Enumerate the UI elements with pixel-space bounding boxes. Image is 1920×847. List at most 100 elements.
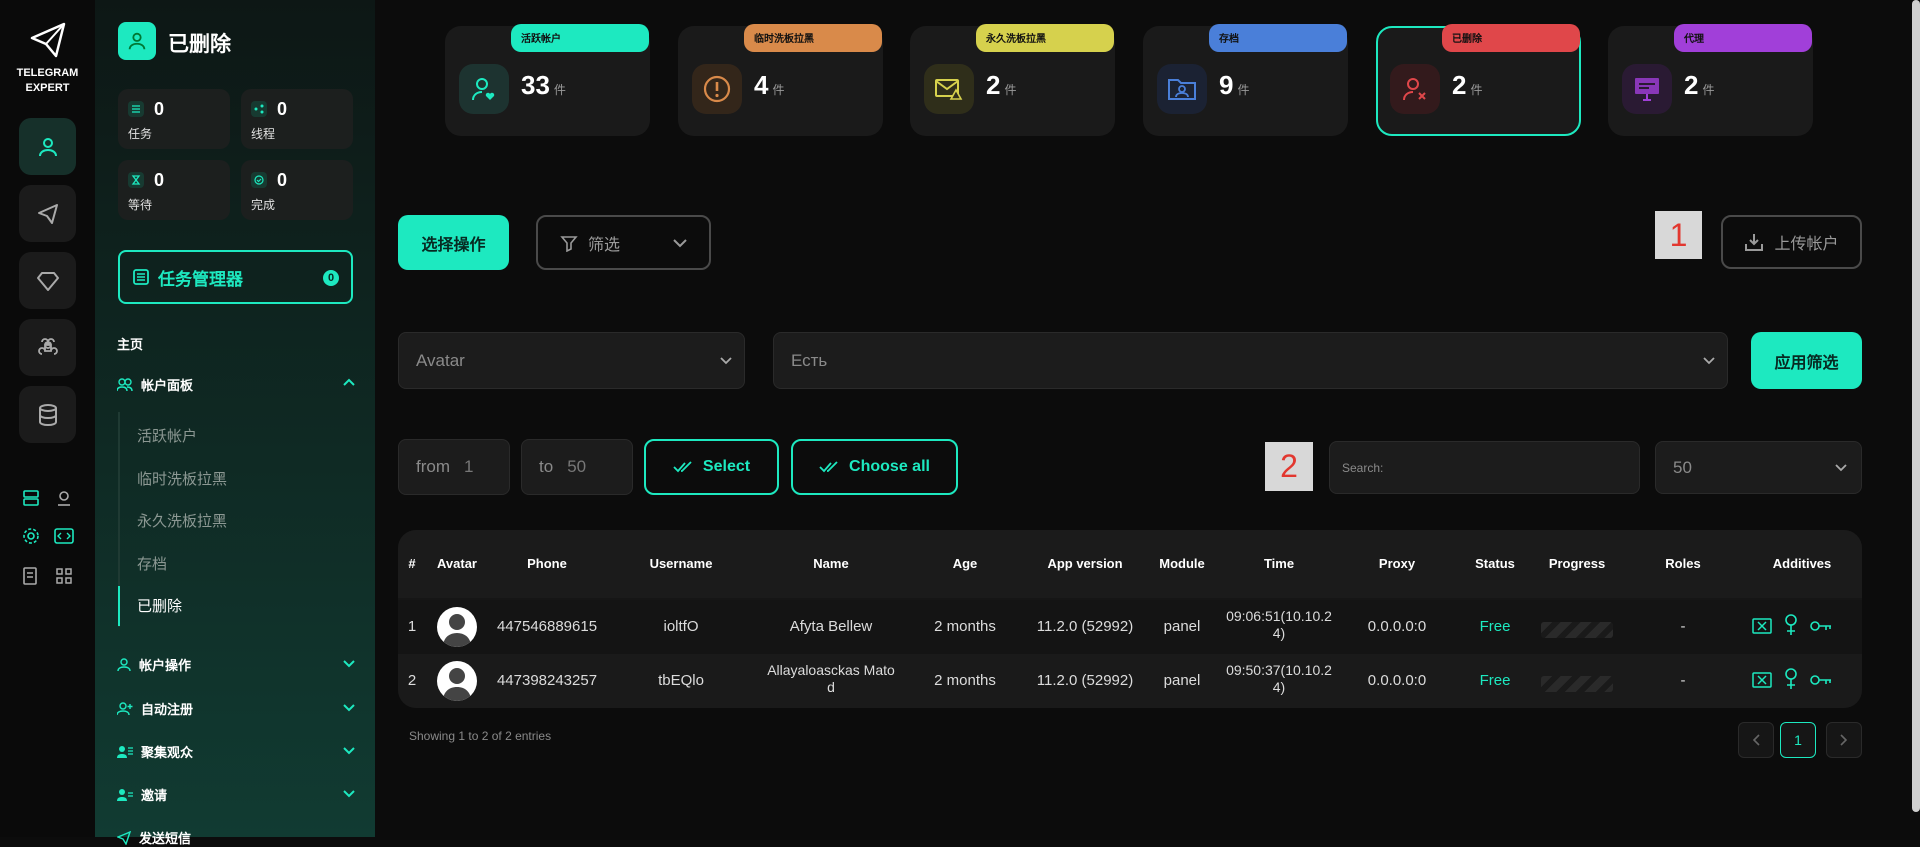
card-temp-ban[interactable]: 临时洗板拉黑 4件: [678, 24, 883, 136]
prev-page-button[interactable]: [1738, 722, 1774, 758]
send-icon: [117, 830, 131, 845]
sidebar-item-deleted[interactable]: 已删除: [137, 595, 182, 616]
rail-diamond-button[interactable]: [19, 252, 76, 309]
chevron-down-icon: [1703, 356, 1715, 364]
upload-accounts-button[interactable]: 上传帐户: [1721, 215, 1862, 269]
card-perm-ban[interactable]: 永久洗板拉黑 2件: [910, 24, 1115, 136]
chevron-down-icon[interactable]: [343, 787, 355, 799]
card-archive[interactable]: 存档 9件: [1143, 24, 1348, 136]
key-icon[interactable]: [1810, 674, 1832, 686]
left-rail: TELEGRAM EXPERT: [0, 0, 95, 837]
double-check-icon: [673, 461, 692, 473]
task-manager-label: 任务管理器: [158, 269, 243, 289]
telegram-logo-icon: [28, 20, 68, 60]
sidebar-title: 已删除: [168, 33, 231, 56]
sidebar-item-archive[interactable]: 存档: [137, 553, 167, 574]
user-list-icon: [117, 788, 133, 801]
share-icon: [251, 101, 267, 117]
filter-field-select[interactable]: Avatar: [398, 332, 745, 389]
folder-user-icon: [1157, 64, 1207, 114]
table-row[interactable]: 2 447398243257 tbEQlo Allayaloasckas Mat…: [398, 654, 1862, 708]
card-active-accounts[interactable]: 活跃帐户 33 件: [445, 24, 650, 136]
excel-icon[interactable]: [1752, 672, 1772, 688]
excel-icon[interactable]: [1752, 618, 1772, 634]
task-manager-button[interactable]: 任务管理器 0: [118, 250, 353, 304]
check-circle-icon: [251, 172, 267, 188]
download-icon: [1745, 234, 1764, 251]
chevron-down-icon[interactable]: [343, 701, 355, 713]
code-icon[interactable]: [52, 524, 76, 548]
filter-value-select[interactable]: Есть: [773, 332, 1728, 389]
gear-icon[interactable]: [19, 524, 43, 548]
database-icon: [38, 403, 57, 426]
next-page-button[interactable]: [1826, 722, 1862, 758]
choose-all-button[interactable]: Choose all: [791, 439, 958, 495]
rail-command-button[interactable]: [19, 319, 76, 376]
status-badge: Free: [1479, 672, 1511, 689]
rail-database-button[interactable]: [19, 386, 76, 443]
filter-dropdown[interactable]: 筛选: [536, 215, 711, 270]
checklist-icon[interactable]: [19, 564, 43, 588]
filter-icon: [560, 235, 578, 252]
avatar: [437, 607, 477, 647]
search-input[interactable]: Search:: [1329, 441, 1640, 494]
user-plus-icon: [117, 701, 133, 715]
sidebar-item-temp-ban[interactable]: 临时洗板拉黑: [137, 468, 227, 489]
key-icon[interactable]: [1810, 620, 1832, 632]
page-size-select[interactable]: 50: [1655, 441, 1862, 494]
table-row[interactable]: 1 447546889615 ioltfO Afyta Bellew 2 mon…: [398, 600, 1862, 654]
range-from-input[interactable]: from 1: [398, 439, 510, 495]
scrollbar[interactable]: [1912, 0, 1920, 812]
logo-line2: EXPERT: [25, 82, 70, 94]
command-icon: [37, 337, 58, 355]
progress-bar: [1541, 676, 1613, 692]
range-to-input[interactable]: to 50: [521, 439, 633, 495]
rail-accounts-button[interactable]: [19, 118, 76, 175]
user-list-icon: [117, 745, 133, 758]
stat-waiting: 0 等待: [118, 160, 230, 220]
nav-account-ops[interactable]: 帐户操作: [117, 655, 191, 674]
page-1-button[interactable]: 1: [1780, 722, 1816, 758]
users-icon: [117, 377, 133, 391]
grid-icon[interactable]: [52, 564, 76, 588]
stat-tasks: 0 任务: [118, 89, 230, 149]
avatar: [437, 661, 477, 701]
chevron-left-icon: [1752, 734, 1760, 746]
chevron-up-icon[interactable]: [343, 377, 355, 389]
sidebar-item-perm-ban[interactable]: 永久洗板拉黑: [137, 510, 227, 531]
nav-invite[interactable]: 邀请: [117, 785, 167, 804]
nav-gather-audience[interactable]: 聚集观众: [117, 742, 193, 761]
task-manager-icon: [133, 269, 149, 285]
chevron-right-icon: [1840, 734, 1848, 746]
female-icon[interactable]: [1784, 614, 1798, 636]
chevron-down-icon[interactable]: [343, 657, 355, 669]
select-range-button[interactable]: Select: [644, 439, 779, 495]
double-check-icon: [819, 461, 838, 473]
user-icon: [117, 657, 131, 671]
apply-filter-button[interactable]: 应用筛选: [1751, 332, 1862, 389]
card-proxy[interactable]: 代理 2件: [1608, 24, 1813, 136]
nav-home[interactable]: 主页: [117, 334, 143, 353]
user-x-icon: [1390, 64, 1440, 114]
chevron-down-icon: [1835, 463, 1847, 471]
chevron-down-icon: [720, 356, 732, 364]
hourglass-icon: [128, 172, 144, 188]
user-icon: [38, 137, 57, 156]
nav-send-sms[interactable]: 发送短信: [117, 828, 191, 847]
card-deleted[interactable]: 已删除 2件: [1376, 24, 1581, 136]
female-icon[interactable]: [1784, 668, 1798, 690]
nav-auto-register[interactable]: 自动注册: [117, 699, 193, 718]
select-action-button[interactable]: 选择操作: [398, 215, 509, 270]
accounts-table: # Avatar Phone Username Name Age App ver…: [398, 530, 1862, 708]
rail-send-button[interactable]: [19, 185, 76, 242]
location-user-icon[interactable]: [52, 486, 76, 510]
user-heart-icon: [459, 64, 509, 114]
nav-account-panel[interactable]: 帐户面板: [117, 375, 193, 394]
sidebar-item-active-accounts[interactable]: 活跃帐户: [137, 425, 197, 446]
submenu-active-indicator: [118, 586, 120, 626]
status-badge: Free: [1479, 618, 1511, 635]
chevron-down-icon[interactable]: [343, 744, 355, 756]
server-settings-icon[interactable]: [19, 486, 43, 510]
logo-line1: TELEGRAM: [16, 67, 79, 79]
badge-1: 1: [1655, 211, 1702, 259]
